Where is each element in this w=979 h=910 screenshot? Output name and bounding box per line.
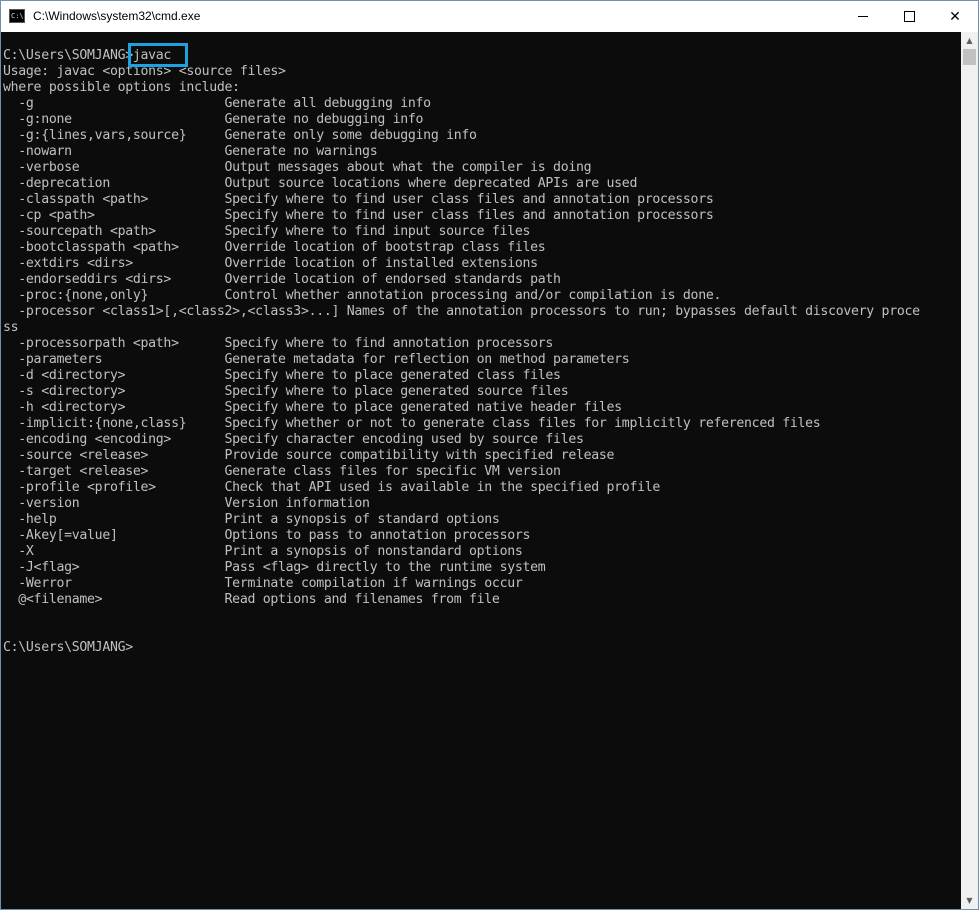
console-line: -g Generate all debugging info (3, 96, 431, 111)
command-highlight-box (128, 43, 188, 67)
console-line: -version Version information (3, 496, 370, 511)
close-button[interactable]: ✕ (932, 1, 978, 32)
console-line: -cp <path> Specify where to find user cl… (3, 208, 714, 223)
console-line: -verbose Output messages about what the … (3, 160, 592, 175)
console-line: -processor <class1>[,<class2>,<class3>..… (3, 304, 920, 319)
console-line: -encoding <encoding> Specify character e… (3, 432, 584, 447)
scroll-up-arrow-icon[interactable]: ▲ (961, 32, 978, 49)
cmd-icon[interactable]: C:\ (9, 9, 25, 23)
console-line: C:\Users\SOMJANG> (3, 640, 133, 655)
console-line: -source <release> Provide source compati… (3, 448, 615, 463)
console-line: -deprecation Output source locations whe… (3, 176, 638, 191)
minimize-icon (858, 16, 868, 17)
console-line: -proc:{none,only} Control whether annota… (3, 288, 722, 303)
console-line: -profile <profile> Check that API used i… (3, 480, 661, 495)
console-line: -bootclasspath <path> Override location … (3, 240, 546, 255)
console-line: -parameters Generate metadata for reflec… (3, 352, 630, 367)
console-line: -help Print a synopsis of standard optio… (3, 512, 500, 527)
close-icon: ✕ (949, 8, 961, 25)
console-line: -d <directory> Specify where to place ge… (3, 368, 561, 383)
scroll-thumb[interactable] (963, 49, 976, 65)
console-line: -nowarn Generate no warnings (3, 144, 378, 159)
console-line: -J<flag> Pass <flag> directly to the run… (3, 560, 546, 575)
console-line: -g:none Generate no debugging info (3, 112, 424, 127)
title-bar[interactable]: C:\ C:\Windows\system32\cmd.exe ✕ (1, 1, 978, 32)
console-line: -target <release> Generate class files f… (3, 464, 561, 479)
console-line: -X Print a synopsis of nonstandard optio… (3, 544, 523, 559)
cmd-window: C:\ C:\Windows\system32\cmd.exe ✕ C:\Use… (0, 0, 979, 910)
console-line: -classpath <path> Specify where to find … (3, 192, 714, 207)
console-line: -extdirs <dirs> Override location of ins… (3, 256, 538, 271)
console-output[interactable]: C:\Users\SOMJANG>javac Usage: javac <opti… (1, 32, 961, 909)
console-line: -Werror Terminate compilation if warning… (3, 576, 523, 591)
console-line: -g:{lines,vars,source} Generate only som… (3, 128, 477, 143)
window-title: C:\Windows\system32\cmd.exe (33, 9, 201, 23)
scroll-down-arrow-icon[interactable]: ▼ (961, 892, 978, 909)
console-line: -h <directory> Specify where to place ge… (3, 400, 622, 415)
console-line: -s <directory> Specify where to place ge… (3, 384, 569, 399)
console-line: @<filename> Read options and filenames f… (3, 592, 500, 607)
console-line: ss (3, 320, 19, 335)
console-line: -processorpath <path> Specify where to f… (3, 336, 554, 351)
console-line: -Akey[=value] Options to pass to annotat… (3, 528, 531, 543)
maximize-icon (903, 11, 915, 22)
console-line: where possible options include: (3, 80, 240, 95)
minimize-button[interactable] (840, 1, 886, 32)
maximize-button[interactable] (886, 1, 932, 32)
console-line: -endorseddirs <dirs> Override location o… (3, 272, 561, 287)
vertical-scrollbar[interactable]: ▲ ▼ (961, 32, 978, 909)
console-line: -implicit:{none,class} Specify whether o… (3, 416, 821, 431)
console-line: -sourcepath <path> Specify where to find… (3, 224, 531, 239)
